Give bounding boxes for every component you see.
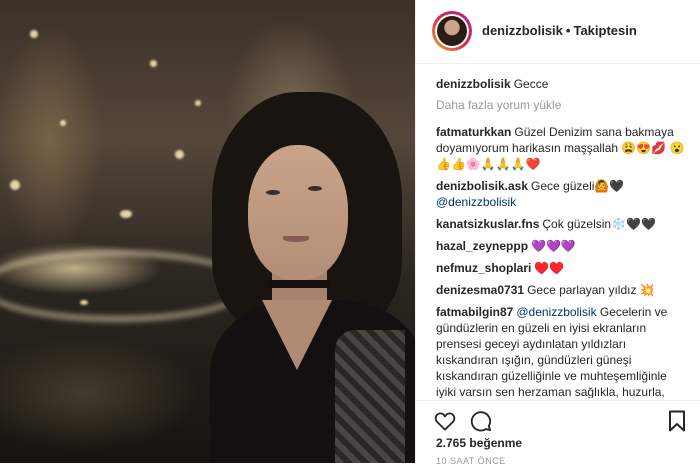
comment-user[interactable]: kanatsizkuslar.fns [436,217,539,231]
comment-mention[interactable]: @denizzbolisik [436,195,516,209]
choker [268,280,330,288]
comment-user[interactable]: denizesma0731 [436,283,524,297]
heart-icon[interactable] [434,410,456,432]
comment-text: Çok güzelsin❄️🖤🖤 [542,217,656,231]
post-header: denizzbolisik • Takiptesin [416,0,700,64]
post-timestamp: 10 SAAT ÖNCE [436,456,506,466]
follow-status[interactable]: Takiptesin [573,23,636,38]
likes-count[interactable]: 2.765 beğenme [436,436,522,450]
username-link[interactable]: denizzbolisik [482,23,563,38]
header-user: denizzbolisik • Takiptesin [482,23,637,38]
comment-text: ♥️♥️ [534,261,565,275]
comment-item: fatmabilgin87 @denizzbolisik Gecelerin ve… [436,304,686,398]
comment-item: fatmaturkkan Güzel Denizim sana bakmaya d… [436,124,686,172]
comment-item: denizbolisik.ask Gece güzeli🙆🖤 @denizzbol… [436,178,686,210]
comment-icon[interactable] [470,410,492,432]
comment-item: denizesma0731 Gece parlayan yıldız 💥 [436,282,686,298]
caption-text: Gecce [513,77,549,91]
comment-user[interactable]: fatmaturkkan [436,125,511,139]
comment-user[interactable]: fatmabilgin87 [436,305,513,319]
comment-text: Gece parlayan yıldız 💥 [527,283,655,297]
post-side-panel: denizzbolisik • Takiptesin denizzbolisik Ge… [416,0,700,466]
comment-item: kanatsizkuslar.fns Çok güzelsin❄️🖤🖤 [436,216,686,232]
comment-text: Gece güzeli🙆🖤 [531,179,625,193]
avatar-image [435,14,469,48]
separator: • [565,23,571,38]
comments-list[interactable]: denizzbolisik Gecce Daha fazla yorum yükl… [436,76,686,398]
comment-text: 💜💜💜 [531,239,576,253]
comment-item: nefmuz_shoplari ♥️♥️ [436,260,686,276]
avatar[interactable] [432,11,472,51]
caption-user[interactable]: denizzbolisik [436,77,511,91]
comment-user[interactable]: nefmuz_shoplari [436,261,531,275]
post-photo[interactable] [0,0,415,463]
comment-item: hazal_zeyneppp 💜💜💜 [436,238,686,254]
sleeve [335,330,405,463]
caption: denizzbolisik Gecce [436,76,686,92]
comment-user[interactable]: denizbolisik.ask [436,179,528,193]
bookmark-icon[interactable] [666,410,688,432]
comment-mention[interactable]: @denizzbolisik [516,305,596,319]
face [248,145,348,280]
action-bar [416,400,700,437]
load-more-comments[interactable]: Daha fazla yorum yükle [436,98,686,112]
comment-user[interactable]: hazal_zeyneppp [436,239,528,253]
